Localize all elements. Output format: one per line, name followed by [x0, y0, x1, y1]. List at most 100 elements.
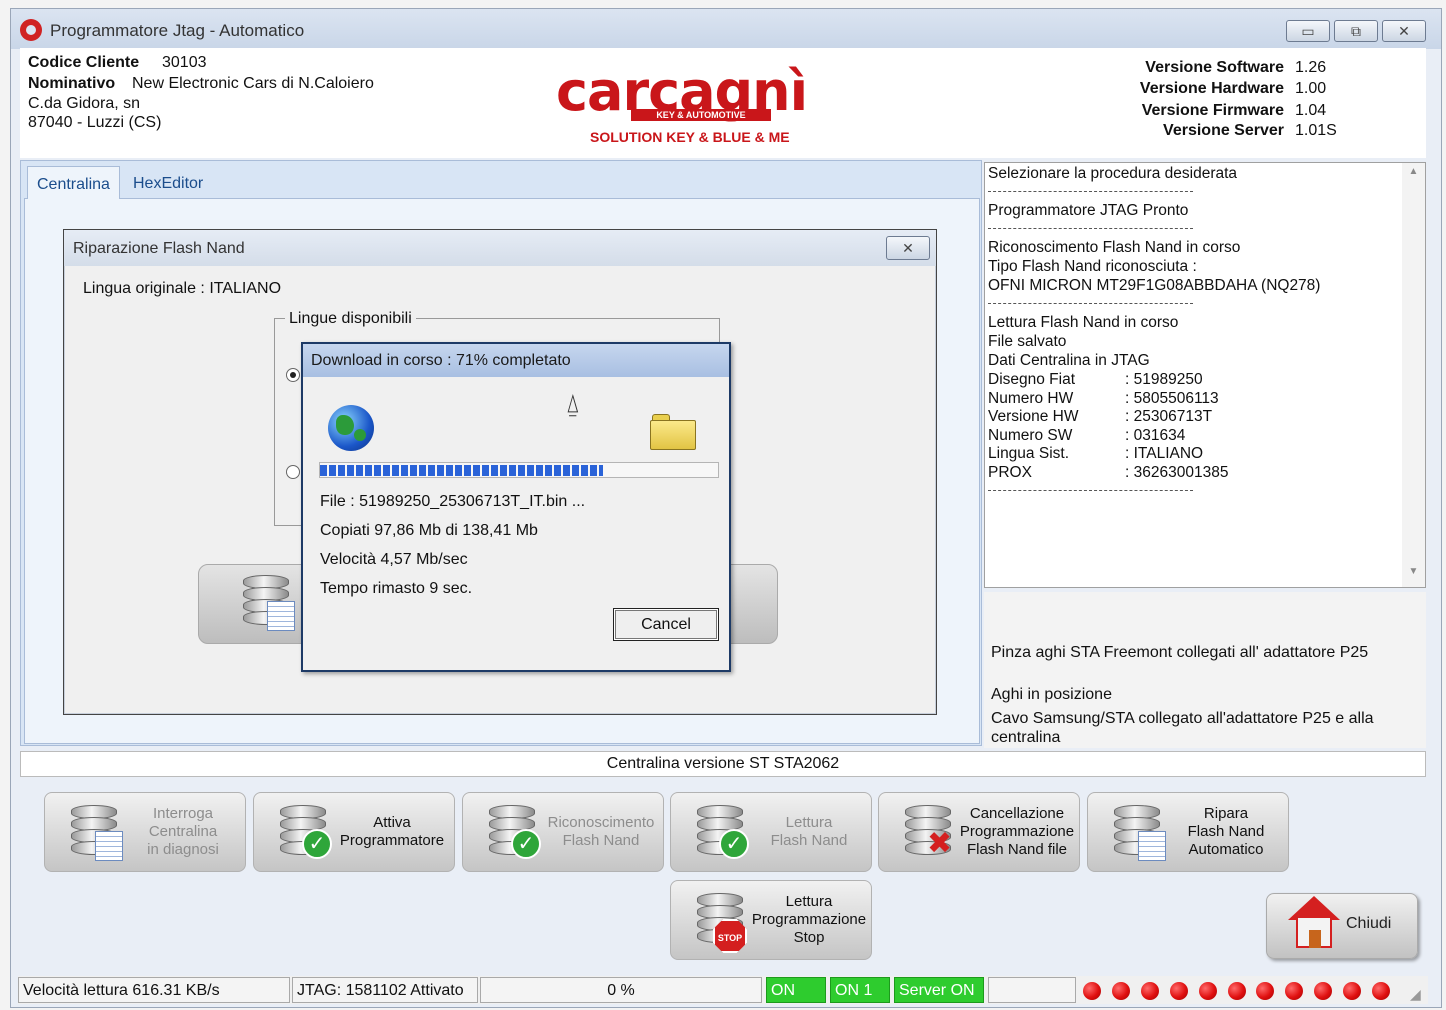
lingua-originale-label: Lingua originale : ITALIANO — [83, 280, 282, 297]
button-label: Lettura Programmazione Stop — [751, 893, 867, 946]
version-software-label: Versione Software — [1145, 59, 1284, 76]
status-led-icon — [1227, 982, 1246, 1000]
log-separator — [988, 489, 1193, 491]
download-copied: Copiati 97,86 Mb di 138,41 Mb — [320, 522, 538, 539]
logo-band: KEY & AUTOMOTIVE — [631, 109, 771, 121]
interroga-centralina-button[interactable]: Interroga Centralina in diagnosi — [44, 792, 246, 872]
database-icon: ✓ — [280, 805, 332, 861]
minimize-button[interactable]: ▭ — [1286, 20, 1330, 42]
flash-nand-title: Riparazione Flash Nand — [73, 240, 245, 257]
riconoscimento-flash-nand-button[interactable]: ✓ Riconoscimento Flash Nand — [462, 792, 664, 872]
nominativo-value: New Electronic Cars di N.Caloiero — [132, 75, 374, 92]
address-line-1: C.da Gidora, sn — [28, 95, 141, 112]
status-led-icon — [1169, 982, 1188, 1000]
status-led-icon — [1140, 982, 1159, 1000]
status-led-icon — [1198, 982, 1217, 1000]
tab-centralina[interactable]: Centralina — [27, 166, 120, 199]
status-led-icon — [1083, 982, 1101, 1000]
address-line-2: 87040 - Luzzi (CS) — [28, 114, 162, 131]
sheet-icon — [267, 601, 295, 631]
scroll-up-icon[interactable]: ▲ — [1402, 166, 1425, 184]
close-button[interactable]: ✕ — [1382, 20, 1426, 42]
lettura-flash-nand-button[interactable]: ✓ Lettura Flash Nand — [670, 792, 872, 872]
flying-page-icon: ⍙ — [565, 388, 581, 418]
status-led-icon — [1111, 982, 1130, 1000]
codice-cliente-label: Codice Cliente — [28, 54, 140, 71]
status-on: ON — [766, 977, 826, 1003]
log-line: OFNI MICRON MT29F1G08ABBDAHA (NQ278) — [988, 277, 1321, 294]
attiva-programmatore-button[interactable]: ✓ Attiva Programmatore — [253, 792, 455, 872]
info-line: centralina — [991, 729, 1061, 746]
download-title: Download in corso : 71% completato — [311, 352, 571, 369]
download-time-left: Tempo rimasto 9 sec. — [320, 580, 473, 597]
carcagni-logo: carcagnì KEY & AUTOMOTIVE SOLUTION KEY &… — [556, 60, 816, 150]
log-line: Dati Centralina in JTAG — [988, 352, 1150, 369]
status-led-icon — [1372, 982, 1390, 1000]
status-percent: 0 % — [480, 977, 762, 1003]
log-separator — [988, 191, 1193, 192]
cancel-button[interactable]: Cancel — [613, 608, 719, 641]
log-field-label: Disegno Fiat — [988, 371, 1076, 388]
resize-grip-icon[interactable]: ◢ — [1410, 986, 1421, 1003]
language-radio-2[interactable] — [286, 465, 300, 479]
tab-hexeditor[interactable]: HexEditor — [124, 166, 212, 199]
status-jtag: JTAG: 1581102 Attivato — [292, 977, 478, 1003]
database-icon — [1114, 805, 1166, 861]
status-server-on: Server ON — [894, 977, 984, 1003]
centralina-version-bar: Centralina versione ST STA2062 — [20, 751, 1426, 777]
status-empty — [988, 977, 1076, 1003]
codice-cliente-value: 30103 — [162, 54, 207, 71]
download-speed: Velocità 4,57 Mb/sec — [320, 551, 468, 568]
log-line: Riconoscimento Flash Nand in corso — [988, 239, 1241, 256]
log-field-label: Versione HW — [988, 408, 1079, 426]
log-field-value: : 36263001385 — [1125, 464, 1229, 481]
log-field-label: Numero SW — [988, 426, 1073, 444]
chiudi-label: Chiudi — [1346, 915, 1392, 932]
version-software-value: 1.26 — [1295, 59, 1327, 76]
version-firmware-label: Versione Firmware — [1141, 102, 1284, 119]
database-icon — [243, 575, 295, 631]
button-label: Attiva Programmatore — [339, 814, 445, 849]
lettura-programmazione-stop-button[interactable]: STOP Lettura Programmazione Stop — [670, 880, 872, 960]
ripara-flash-nand-button[interactable]: Ripara Flash Nand Automatico — [1087, 792, 1289, 872]
log-field-value: : 5805506113 — [1125, 389, 1219, 407]
info-line: Pinza aghi STA Freemont collegati all' a… — [991, 644, 1369, 661]
log-line: File salvato — [988, 333, 1067, 350]
database-icon: ✓ — [697, 805, 749, 861]
info-line: Aghi in posizione — [991, 686, 1112, 703]
version-server-value: 1.01S — [1295, 122, 1337, 139]
button-label: Riconoscimento Flash Nand — [547, 814, 655, 849]
download-file-name: File : 51989250_25306713T_IT.bin ... — [320, 493, 586, 510]
database-icon: STOP — [697, 893, 747, 953]
info-line: Cavo Samsung/STA collegato all'adattator… — [991, 710, 1374, 727]
log-scrollbar[interactable] — [1402, 163, 1425, 587]
log-separator — [988, 228, 1193, 229]
window-title: Programmatore Jtag - Automatico — [50, 21, 305, 40]
database-icon: ✖ — [905, 805, 955, 861]
log-field-value: : 25306713T — [1125, 408, 1213, 426]
log-separator — [988, 303, 1193, 304]
logo-subtitle: SOLUTION KEY & BLUE & ME — [590, 129, 790, 145]
home-icon — [1288, 896, 1340, 950]
log-field-label: Numero HW — [988, 389, 1074, 407]
log-field-value: : 51989250 — [1125, 371, 1203, 388]
red-cross-icon: ✖ — [927, 827, 953, 860]
log-field-label: PROX — [988, 464, 1032, 481]
button-label: Ripara Flash Nand Automatico — [1187, 805, 1265, 858]
folder-icon — [650, 414, 696, 450]
log-line: Selezionare la procedura desiderata — [988, 165, 1238, 182]
maximize-button[interactable]: ⧉ — [1334, 20, 1378, 42]
globe-icon — [328, 405, 374, 451]
nominativo-label: Nominativo — [28, 75, 116, 92]
version-server-label: Versione Server — [1163, 122, 1284, 139]
flash-nand-close-button[interactable]: ✕ — [886, 236, 930, 260]
version-hardware-label: Versione Hardware — [1139, 80, 1284, 97]
database-icon: ✓ — [489, 805, 541, 861]
scroll-down-icon[interactable]: ▼ — [1402, 566, 1425, 584]
database-icon — [71, 805, 123, 861]
checkmark-icon: ✓ — [511, 829, 541, 859]
cancellazione-programmazione-button[interactable]: ✖ Cancellazione Programmazione Flash Nand… — [878, 792, 1080, 872]
sheet-icon — [95, 831, 123, 861]
app-logo-icon — [20, 19, 42, 41]
language-radio-1[interactable] — [286, 368, 300, 382]
